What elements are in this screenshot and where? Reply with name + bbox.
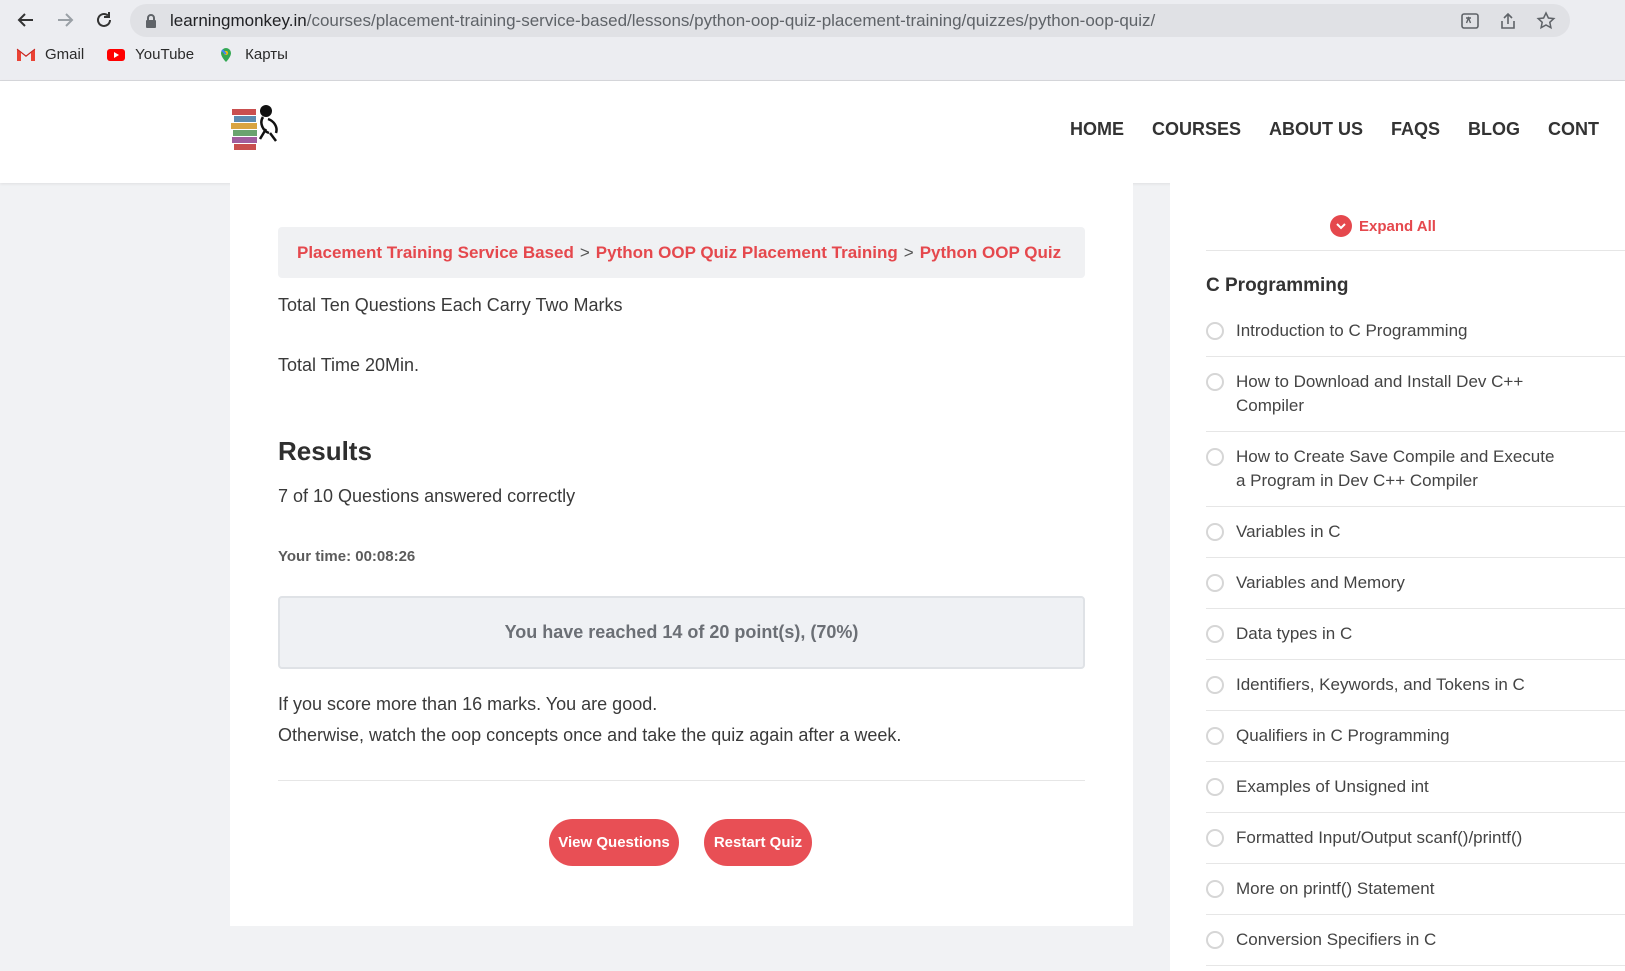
lesson-item[interactable]: Introduction to C Programming xyxy=(1206,306,1625,357)
status-circle-icon xyxy=(1206,778,1224,796)
status-circle-icon xyxy=(1206,931,1224,949)
translate-icon[interactable] xyxy=(1460,11,1480,31)
breadcrumb-quiz[interactable]: Python OOP Quiz xyxy=(920,243,1061,263)
lesson-list: Introduction to C Programming How to Dow… xyxy=(1206,306,1625,966)
lesson-title: Data types in C xyxy=(1236,624,1353,643)
breadcrumb-separator: > xyxy=(579,242,590,262)
status-circle-icon xyxy=(1206,574,1224,592)
lesson-title: Identifiers, Keywords, and Tokens in C xyxy=(1236,675,1525,694)
lesson-title: How to Download and Install Dev C++ Comp… xyxy=(1236,372,1524,415)
nav-courses[interactable]: COURSES xyxy=(1152,119,1241,140)
your-time: Your time: 00:08:26 xyxy=(278,548,416,565)
expand-all-label: Expand All xyxy=(1359,217,1436,235)
divider xyxy=(1206,250,1625,251)
advice-line-2: Otherwise, watch the oop concepts once a… xyxy=(278,725,902,745)
breadcrumb-lesson[interactable]: Python OOP Quiz Placement Training xyxy=(596,243,898,263)
browser-chrome: learningmonkey.in/courses/placement-trai… xyxy=(0,0,1625,81)
youtube-icon xyxy=(107,48,126,61)
bookmark-label: YouTube xyxy=(135,46,195,63)
breadcrumb-course[interactable]: Placement Training Service Based xyxy=(297,243,574,263)
bookmark-label: Карты xyxy=(245,46,288,63)
lesson-title: Variables and Memory xyxy=(1236,573,1405,592)
status-circle-icon xyxy=(1206,625,1224,643)
lesson-item[interactable]: Formatted Input/Output scanf()/printf() xyxy=(1206,813,1625,864)
advice-line-1: If you score more than 16 marks. You are… xyxy=(278,694,658,714)
url-text[interactable]: learningmonkey.in/courses/placement-trai… xyxy=(170,11,1155,31)
status-circle-icon xyxy=(1206,829,1224,847)
nav-about-us[interactable]: ABOUT US xyxy=(1269,119,1363,140)
lesson-item[interactable]: Qualifiers in C Programming xyxy=(1206,711,1625,762)
breadcrumb-separator: > xyxy=(903,242,914,262)
address-bar[interactable]: learningmonkey.in/courses/placement-trai… xyxy=(130,4,1570,37)
status-circle-icon xyxy=(1206,322,1224,340)
site-logo[interactable] xyxy=(230,99,282,155)
status-circle-icon xyxy=(1206,448,1224,466)
course-sidebar: Expand All C Programming Introduction to… xyxy=(1170,183,1625,971)
lesson-item[interactable]: Examples of Unsigned int xyxy=(1206,762,1625,813)
lesson-title: How to Create Save Compile and Execute a… xyxy=(1236,447,1555,490)
site-header: HOME COURSES ABOUT US FAQS BLOG CONT xyxy=(0,81,1625,183)
points-summary: You have reached 14 of 20 point(s), (70%… xyxy=(278,596,1085,669)
view-questions-button[interactable]: View Questions xyxy=(549,819,679,866)
lesson-item[interactable]: Identifiers, Keywords, and Tokens in C xyxy=(1206,660,1625,711)
lesson-item[interactable]: Conversion Specifiers in C xyxy=(1206,915,1625,966)
nav-home[interactable]: HOME xyxy=(1070,119,1124,140)
lesson-item[interactable]: Variables in C xyxy=(1206,507,1625,558)
section-title[interactable]: C Programming xyxy=(1206,275,1349,297)
gmail-icon xyxy=(16,48,36,61)
status-circle-icon xyxy=(1206,727,1224,745)
lesson-title: More on printf() Statement xyxy=(1236,879,1435,898)
status-circle-icon xyxy=(1206,676,1224,694)
lesson-title: Qualifiers in C Programming xyxy=(1236,726,1450,745)
answered-correctly: 7 of 10 Questions answered correctly xyxy=(278,486,576,506)
divider xyxy=(278,780,1085,781)
expand-all-button[interactable]: Expand All xyxy=(1330,215,1436,237)
lock-icon[interactable] xyxy=(144,13,158,29)
forward-icon[interactable] xyxy=(51,6,79,34)
lesson-item[interactable]: How to Create Save Compile and Execute a… xyxy=(1206,432,1625,507)
quiz-content: Placement Training Service Based > Pytho… xyxy=(230,183,1133,926)
breadcrumb: Placement Training Service Based > Pytho… xyxy=(278,227,1085,278)
back-icon[interactable] xyxy=(12,6,40,34)
nav-contact[interactable]: CONT xyxy=(1548,119,1599,140)
results-heading: Results xyxy=(278,436,372,466)
lesson-title: Introduction to C Programming xyxy=(1236,321,1468,340)
chevron-down-icon xyxy=(1330,215,1352,237)
lesson-item[interactable]: More on printf() Statement xyxy=(1206,864,1625,915)
url-path: /courses/placement-training-service-base… xyxy=(306,10,1156,30)
lesson-title: Formatted Input/Output scanf()/printf() xyxy=(1236,828,1523,847)
nav-faqs[interactable]: FAQS xyxy=(1391,119,1440,140)
maps-icon xyxy=(221,47,232,62)
restart-quiz-button[interactable]: Restart Quiz xyxy=(704,819,812,866)
lesson-title: Examples of Unsigned int xyxy=(1236,777,1429,796)
bookmark-gmail[interactable]: Gmail xyxy=(16,46,84,63)
bookmarks-bar: Gmail YouTube Карты xyxy=(16,46,288,63)
bookmark-maps[interactable]: Карты xyxy=(216,46,288,63)
bookmark-youtube[interactable]: YouTube xyxy=(106,46,194,63)
bookmark-star-icon[interactable] xyxy=(1536,10,1556,31)
lesson-item[interactable]: How to Download and Install Dev C++ Comp… xyxy=(1206,357,1625,432)
quiz-intro-questions: Total Ten Questions Each Carry Two Marks xyxy=(278,295,623,315)
url-host: learningmonkey.in xyxy=(170,10,307,30)
lesson-title: Conversion Specifiers in C xyxy=(1236,930,1437,949)
share-icon[interactable] xyxy=(1498,11,1518,31)
lesson-item[interactable]: Data types in C xyxy=(1206,609,1625,660)
lesson-item[interactable]: Variables and Memory xyxy=(1206,558,1625,609)
bookmark-label: Gmail xyxy=(45,46,85,63)
status-circle-icon xyxy=(1206,373,1224,391)
lesson-title: Variables in C xyxy=(1236,522,1341,541)
main-nav: HOME COURSES ABOUT US FAQS BLOG CONT xyxy=(1070,119,1599,140)
quiz-intro-time: Total Time 20Min. xyxy=(278,355,420,375)
status-circle-icon xyxy=(1206,880,1224,898)
nav-blog[interactable]: BLOG xyxy=(1468,119,1520,140)
status-circle-icon xyxy=(1206,523,1224,541)
reload-icon[interactable] xyxy=(90,6,118,34)
